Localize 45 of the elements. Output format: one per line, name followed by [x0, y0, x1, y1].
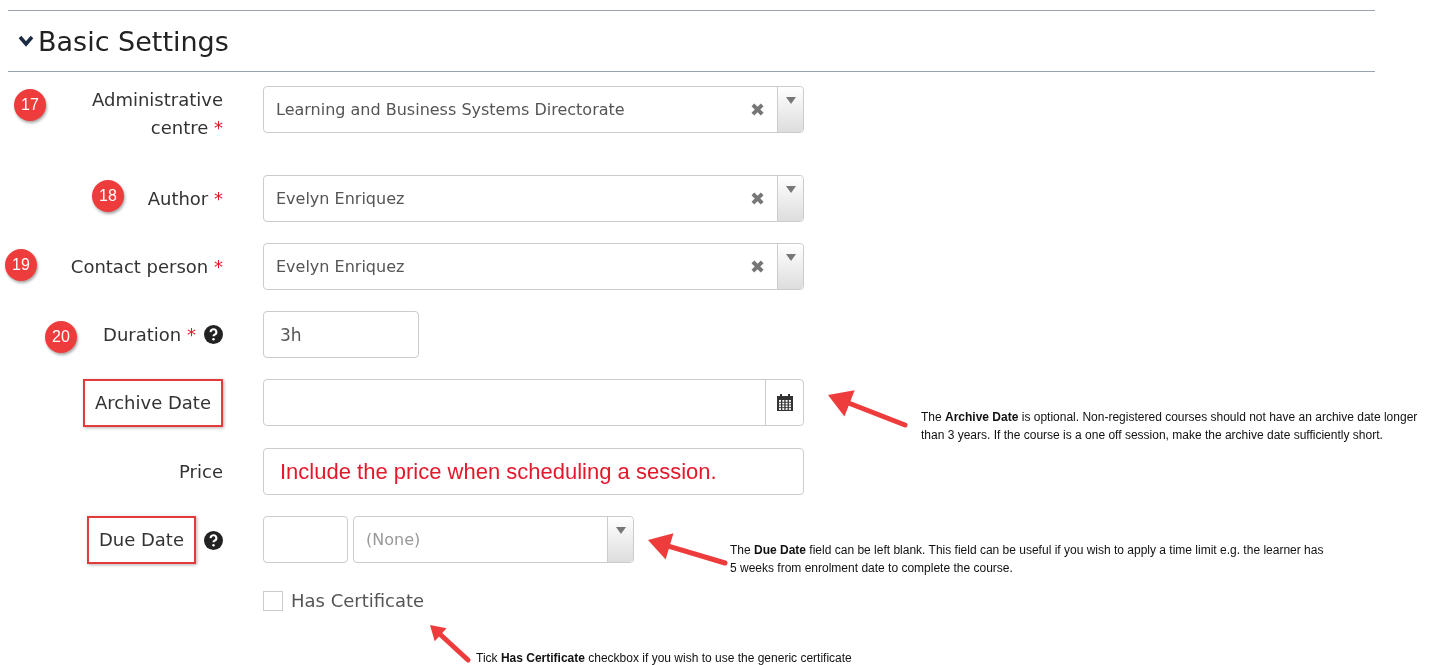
select-value: Learning and Business Systems Directorate [275, 99, 626, 121]
field-label: Due Date [86, 516, 196, 564]
date-field[interactable] [263, 379, 804, 426]
caret-icon [615, 527, 626, 534]
select-value: Evelyn Enriquez [275, 188, 406, 210]
arrow [430, 625, 471, 663]
annotation-note: The Due Date field can be left blank. This field can be useful if you wish to apply a time limit e.g. the learner has 5 weeks from enrolment date to complete the course. [730, 542, 1325, 577]
dropdown-button[interactable] [777, 87, 803, 132]
step-badge: 20 [45, 321, 77, 353]
chevron-down-icon[interactable] [18, 35, 34, 47]
input-field[interactable] [263, 516, 348, 563]
help-icon[interactable] [204, 325, 223, 344]
field-label: Author * [147, 186, 223, 211]
dropdown-button[interactable] [777, 244, 803, 289]
field-label: Price [179, 459, 223, 484]
step-badge: 18 [92, 180, 124, 212]
annotation-note: Tick Has Certificate checkbox if you wish to use the generic certificate [476, 650, 852, 665]
field-label: Duration * [103, 322, 196, 347]
clear-icon[interactable]: ✖ [737, 176, 777, 221]
input-field[interactable]: 3h [263, 311, 419, 358]
caret-icon [785, 254, 796, 261]
field-label: Contact person * [70, 254, 223, 279]
step-badge: 17 [14, 89, 46, 121]
select-field[interactable]: Evelyn Enriquez ✖ [263, 243, 804, 290]
help-icon[interactable] [204, 530, 223, 550]
dropdown-button[interactable] [777, 176, 803, 221]
select-placeholder: (None) [365, 529, 422, 551]
clear-icon[interactable]: ✖ [737, 244, 777, 289]
caret-icon [785, 186, 796, 193]
step-badge: 19 [5, 249, 37, 281]
input-field[interactable]: Include the price when scheduling a session. [263, 448, 804, 495]
clear-icon[interactable]: ✖ [737, 87, 777, 132]
dropdown-button[interactable] [607, 517, 633, 562]
checkbox-label: Has Certificate [291, 590, 425, 611]
select-field[interactable]: Learning and Business Systems Directorate ✖ [263, 86, 804, 133]
calendar-icon [775, 393, 794, 412]
field-label: Administrative centre * [90, 88, 223, 140]
select-field[interactable]: (None) [353, 516, 634, 563]
select-field[interactable]: Evelyn Enriquez ✖ [263, 175, 804, 222]
field-label: Archive Date [82, 379, 223, 427]
section-title: Basic Settings [38, 25, 229, 57]
caret-icon [785, 97, 796, 104]
select-value: Evelyn Enriquez [275, 256, 406, 278]
checkbox[interactable] [263, 590, 283, 611]
annotation-note: The Archive Date is optional. Non-registered courses should not have an archive date longer than 3 years. If the course is a one off session, make the archive date sufficiently short. [921, 409, 1419, 444]
